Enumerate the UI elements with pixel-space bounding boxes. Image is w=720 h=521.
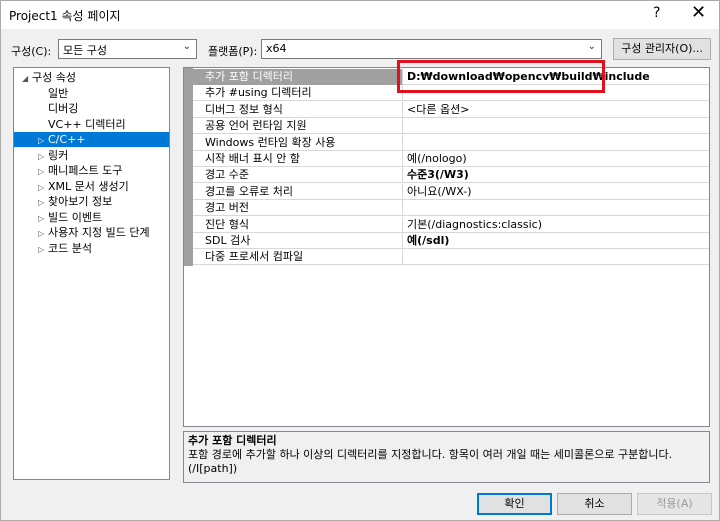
property-row[interactable]: 추가 포함 디렉터리 D:₩download₩opencv₩build₩inclu… xyxy=(193,69,709,85)
property-name: 시작 배너 표시 안 함 xyxy=(193,151,403,167)
config-manager-button[interactable]: 구성 관리자(O)... xyxy=(613,38,711,60)
property-value[interactable] xyxy=(404,85,709,101)
description-title: 추가 포함 디렉터리 xyxy=(188,434,277,447)
property-name: 추가 #using 디렉터리 xyxy=(193,85,403,102)
cancel-button[interactable]: 취소 xyxy=(557,493,632,515)
config-combo-value: 모든 구성 xyxy=(63,44,107,57)
property-row[interactable]: 진단 형식 기본(/diagnostics:classic) xyxy=(193,216,709,233)
tree-item-label: VC++ 디렉터리 xyxy=(48,117,126,131)
property-value[interactable]: <다른 옵션> xyxy=(404,102,709,118)
property-name: 진단 형식 xyxy=(193,216,403,233)
tree-item-label: 코드 분석 xyxy=(48,241,92,255)
property-name: SDL 검사 xyxy=(193,233,403,249)
tree-item-label: C/C++ xyxy=(48,133,86,146)
tree-item[interactable]: ▷ 사용자 지정 빌드 단계 xyxy=(14,225,169,240)
tree-item-label: 찾아보기 정보 xyxy=(48,195,113,208)
chevron-down-icon: ⌄ xyxy=(182,41,191,52)
property-row[interactable]: Windows 런타임 확장 사용 xyxy=(193,134,709,151)
property-value[interactable] xyxy=(404,118,709,134)
tree-item-label: 빌드 이벤트 xyxy=(48,210,103,224)
property-name: Windows 런타임 확장 사용 xyxy=(193,134,403,151)
property-name: 공용 언어 런타임 지원 xyxy=(193,118,403,135)
tree-item[interactable]: ◢ 구성 속성 xyxy=(14,70,169,85)
apply-button[interactable]: 적용(A) xyxy=(637,493,712,515)
expand-toggle-icon[interactable]: ◢ xyxy=(22,71,32,86)
property-name: 경고를 오류로 처리 xyxy=(193,183,403,200)
config-label: 구성(C): xyxy=(11,45,52,58)
tree-item[interactable]: ▷ 링커 xyxy=(14,148,169,163)
platform-combo-value: x64 xyxy=(266,42,287,55)
expand-toggle-icon[interactable]: ▷ xyxy=(38,242,48,257)
config-combo[interactable]: 모든 구성 ⌄ xyxy=(58,39,197,59)
expand-toggle-icon[interactable]: ▷ xyxy=(38,180,48,195)
property-row[interactable]: 추가 #using 디렉터리 xyxy=(193,85,709,102)
window-title: Project1 속성 페이지 xyxy=(9,9,121,23)
tree-item-label: 사용자 지정 빌드 단계 xyxy=(48,226,150,239)
expand-toggle-icon[interactable]: ▷ xyxy=(38,195,48,210)
property-name: 경고 버전 xyxy=(193,200,403,217)
property-row[interactable]: 경고를 오류로 처리 아니요(/WX-) xyxy=(193,183,709,200)
tree-item-label: XML 문서 생성기 xyxy=(48,179,129,193)
tree-item[interactable]: ▷ 빌드 이벤트 xyxy=(14,210,169,225)
property-value[interactable]: 예(/sdl) xyxy=(404,233,709,249)
property-row[interactable]: SDL 검사 예(/sdl) xyxy=(193,233,709,249)
property-name: 디버그 정보 형식 xyxy=(193,101,403,118)
property-row[interactable]: 시작 배너 표시 안 함 예(/nologo) xyxy=(193,151,709,167)
expand-toggle-icon[interactable]: ▷ xyxy=(38,164,48,179)
property-row[interactable]: 공용 언어 런타임 지원 xyxy=(193,118,709,135)
platform-combo[interactable]: x64 ⌄ xyxy=(261,39,602,59)
property-row[interactable]: 다중 프로세서 컴파일 xyxy=(193,249,709,266)
tree-item-label: 일반 xyxy=(48,86,69,100)
expand-toggle-icon[interactable]: ▷ xyxy=(38,149,48,164)
tree-item[interactable]: VC++ 디렉터리 xyxy=(14,117,169,132)
tree-item[interactable]: ▷ XML 문서 생성기 xyxy=(14,179,169,194)
expand-toggle-icon[interactable]: ▷ xyxy=(38,226,48,241)
tree-item-label: 디버깅 xyxy=(48,102,79,115)
platform-label: 플랫폼(P): xyxy=(208,45,258,58)
property-value[interactable]: D:₩download₩opencv₩build₩include xyxy=(404,69,709,85)
property-value[interactable]: 예(/nologo) xyxy=(404,151,709,167)
property-pages-window: Project1 속성 페이지 ? ✕ 구성(C): 모든 구성 ⌄ 플랫폼(P… xyxy=(0,0,720,521)
tree-item[interactable]: 일반 xyxy=(14,86,169,101)
property-value[interactable] xyxy=(404,200,709,216)
property-value[interactable] xyxy=(404,249,709,265)
description-switch: (/I[path]) xyxy=(188,462,238,475)
property-grid[interactable]: 추가 포함 디렉터리 D:₩download₩opencv₩build₩inclu… xyxy=(183,67,710,427)
tree-item[interactable]: ▷ 찾아보기 정보 xyxy=(14,194,169,209)
ok-button[interactable]: 확인 xyxy=(477,493,552,515)
tree-item[interactable]: ▷ 매니페스트 도구 xyxy=(14,163,169,178)
property-value[interactable]: 기본(/diagnostics:classic) xyxy=(404,217,709,233)
chevron-down-icon: ⌄ xyxy=(587,41,596,52)
grid-gutter xyxy=(184,68,193,266)
property-value[interactable]: 수준3(/W3) xyxy=(404,167,709,183)
expand-toggle-icon[interactable]: ▷ xyxy=(38,133,48,148)
property-row[interactable]: 경고 버전 xyxy=(193,200,709,217)
expand-toggle-icon[interactable]: ▷ xyxy=(38,211,48,226)
close-button[interactable]: ✕ xyxy=(691,2,706,23)
tree-item[interactable]: ▷ C/C++ xyxy=(14,132,169,147)
tree-item[interactable]: 디버깅 xyxy=(14,101,169,116)
tree-item-label: 링커 xyxy=(48,148,69,162)
description-panel: 추가 포함 디렉터리 포함 경로에 추가할 하나 이상의 디렉터리를 지정합니다… xyxy=(183,431,710,483)
tree-item-label: 매니페스트 도구 xyxy=(48,164,123,177)
property-name: 추가 포함 디렉터리 xyxy=(193,69,403,85)
property-name: 경고 수준 xyxy=(193,167,403,184)
property-row[interactable]: 디버그 정보 형식 <다른 옵션> xyxy=(193,101,709,118)
property-row[interactable]: 경고 수준 수준3(/W3) xyxy=(193,167,709,184)
description-text: 포함 경로에 추가할 하나 이상의 디렉터리를 지정합니다. 항목이 여러 개일… xyxy=(188,448,673,461)
tree-item[interactable]: ▷ 코드 분석 xyxy=(14,241,169,256)
help-button[interactable]: ? xyxy=(653,5,660,21)
tree-item-label: 구성 속성 xyxy=(32,71,76,84)
property-value[interactable]: 아니요(/WX-) xyxy=(404,184,709,200)
property-name: 다중 프로세서 컴파일 xyxy=(193,249,403,266)
property-tree[interactable]: ◢ 구성 속성 일반 디버깅 VC++ 디렉터리 ▷ C/C++ ▷ 링커 ▷ 매니페스트 도구 ▷ X… xyxy=(13,67,170,480)
property-value[interactable] xyxy=(404,135,709,151)
title-bar: Project1 속성 페이지 ? ✕ xyxy=(1,1,719,29)
